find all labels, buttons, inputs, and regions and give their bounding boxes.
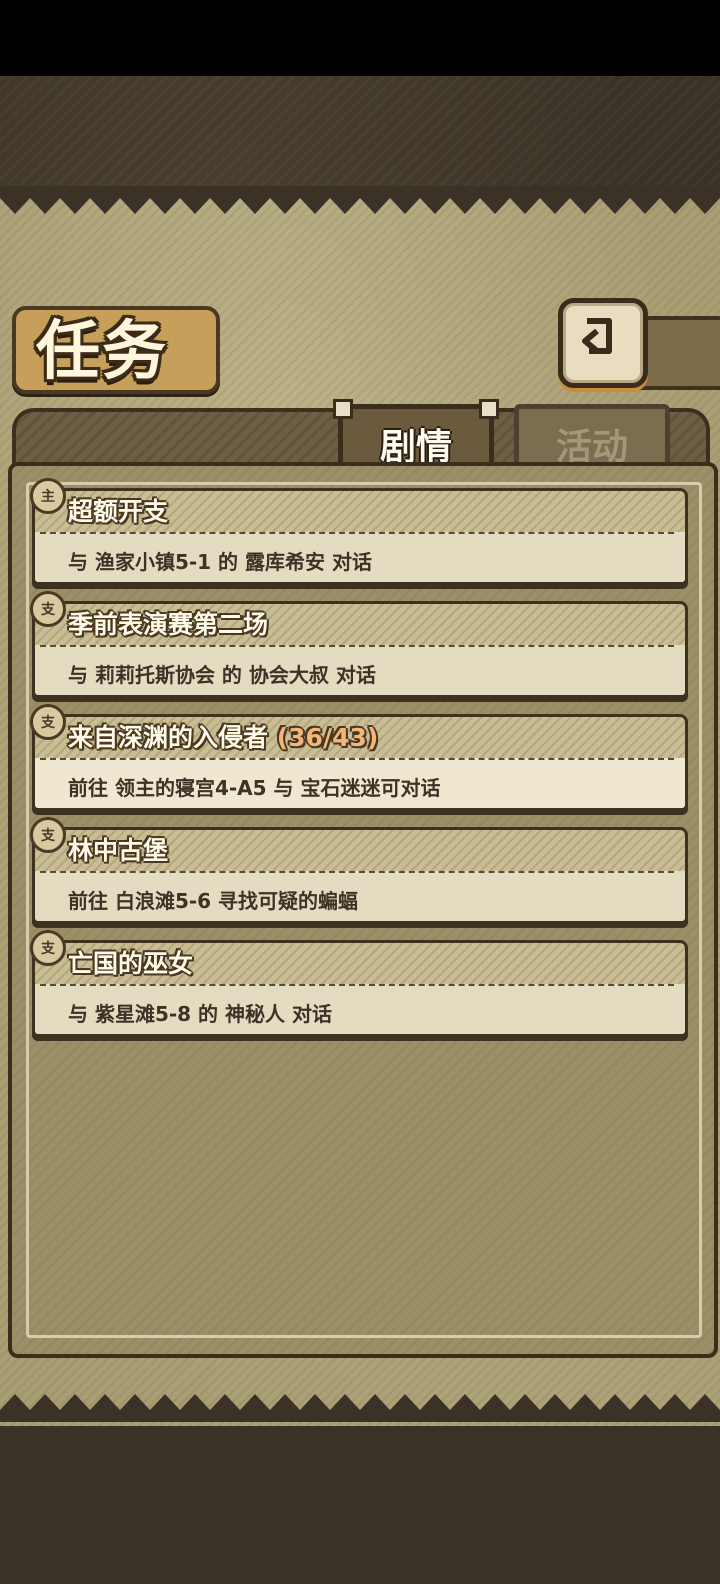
- quest-title-text: 亡国的巫女: [68, 949, 194, 978]
- quest-divider: [40, 532, 674, 534]
- quest-divider: [40, 758, 674, 760]
- status-bar: [0, 0, 720, 76]
- quest-item[interactable]: 支 来自深渊的入侵者 (36/43) 前往 领主的寝宫4-A5 与 宝石迷迷可对…: [30, 704, 688, 811]
- back-arrow-icon: [582, 318, 612, 354]
- quest-item[interactable]: 支 季前表演赛第二场 与 莉莉托斯协会 的 协会大叔 对话: [30, 591, 688, 698]
- quest-title: 林中古堡: [68, 831, 168, 867]
- quest-title: 超额开支: [68, 492, 168, 528]
- quest-divider: [40, 984, 674, 986]
- side-quest-icon: 支: [30, 704, 66, 740]
- quest-item[interactable]: 主 超额开支 与 渔家小镇5-1 的 露库希安 对话: [30, 478, 688, 585]
- quest-title-text: 林中古堡: [68, 836, 169, 865]
- main-quest-icon: 主: [30, 478, 66, 514]
- quest-divider: [40, 645, 674, 647]
- top-zigzag-border: [0, 186, 720, 214]
- page-title: 任务: [36, 314, 168, 389]
- quest-title: 亡国的巫女: [68, 944, 193, 980]
- quest-title-text: 季前表演赛第二场: [68, 610, 269, 639]
- quest-item[interactable]: 支 林中古堡 前往 白浪滩5-6 寻找可疑的蝙蝠: [30, 817, 688, 924]
- quest-description: 前往 领主的寝宫4-A5 与 宝石迷迷可对话: [68, 776, 441, 800]
- bottom-map-area: [0, 1426, 720, 1584]
- quest-description: 与 紫星滩5-8 的 神秘人 对话: [68, 1002, 332, 1026]
- side-quest-icon: 支: [30, 591, 66, 627]
- quest-title-text: 超额开支: [68, 497, 169, 526]
- quest-description: 与 渔家小镇5-1 的 露库希安 对话: [68, 550, 372, 574]
- bottom-zigzag-border: [0, 1394, 720, 1422]
- back-button[interactable]: [558, 298, 648, 388]
- quest-description: 与 莉莉托斯协会 的 协会大叔 对话: [68, 663, 376, 687]
- quest-title: 来自深渊的入侵者 (36/43): [68, 718, 378, 754]
- quest-progress: (36/43): [276, 723, 379, 752]
- quest-description: 前往 白浪滩5-6 寻找可疑的蝙蝠: [68, 889, 359, 913]
- tab-corner: [333, 399, 353, 419]
- quest-divider: [40, 871, 674, 873]
- quest-title: 季前表演赛第二场: [68, 605, 268, 641]
- tab-corner: [479, 399, 499, 419]
- side-quest-icon: 支: [30, 817, 66, 853]
- quest-item[interactable]: 支 亡国的巫女 与 紫星滩5-8 的 神秘人 对话: [30, 930, 688, 1037]
- side-quest-icon: 支: [30, 930, 66, 966]
- quest-title-text: 来自深渊的入侵者: [68, 723, 269, 752]
